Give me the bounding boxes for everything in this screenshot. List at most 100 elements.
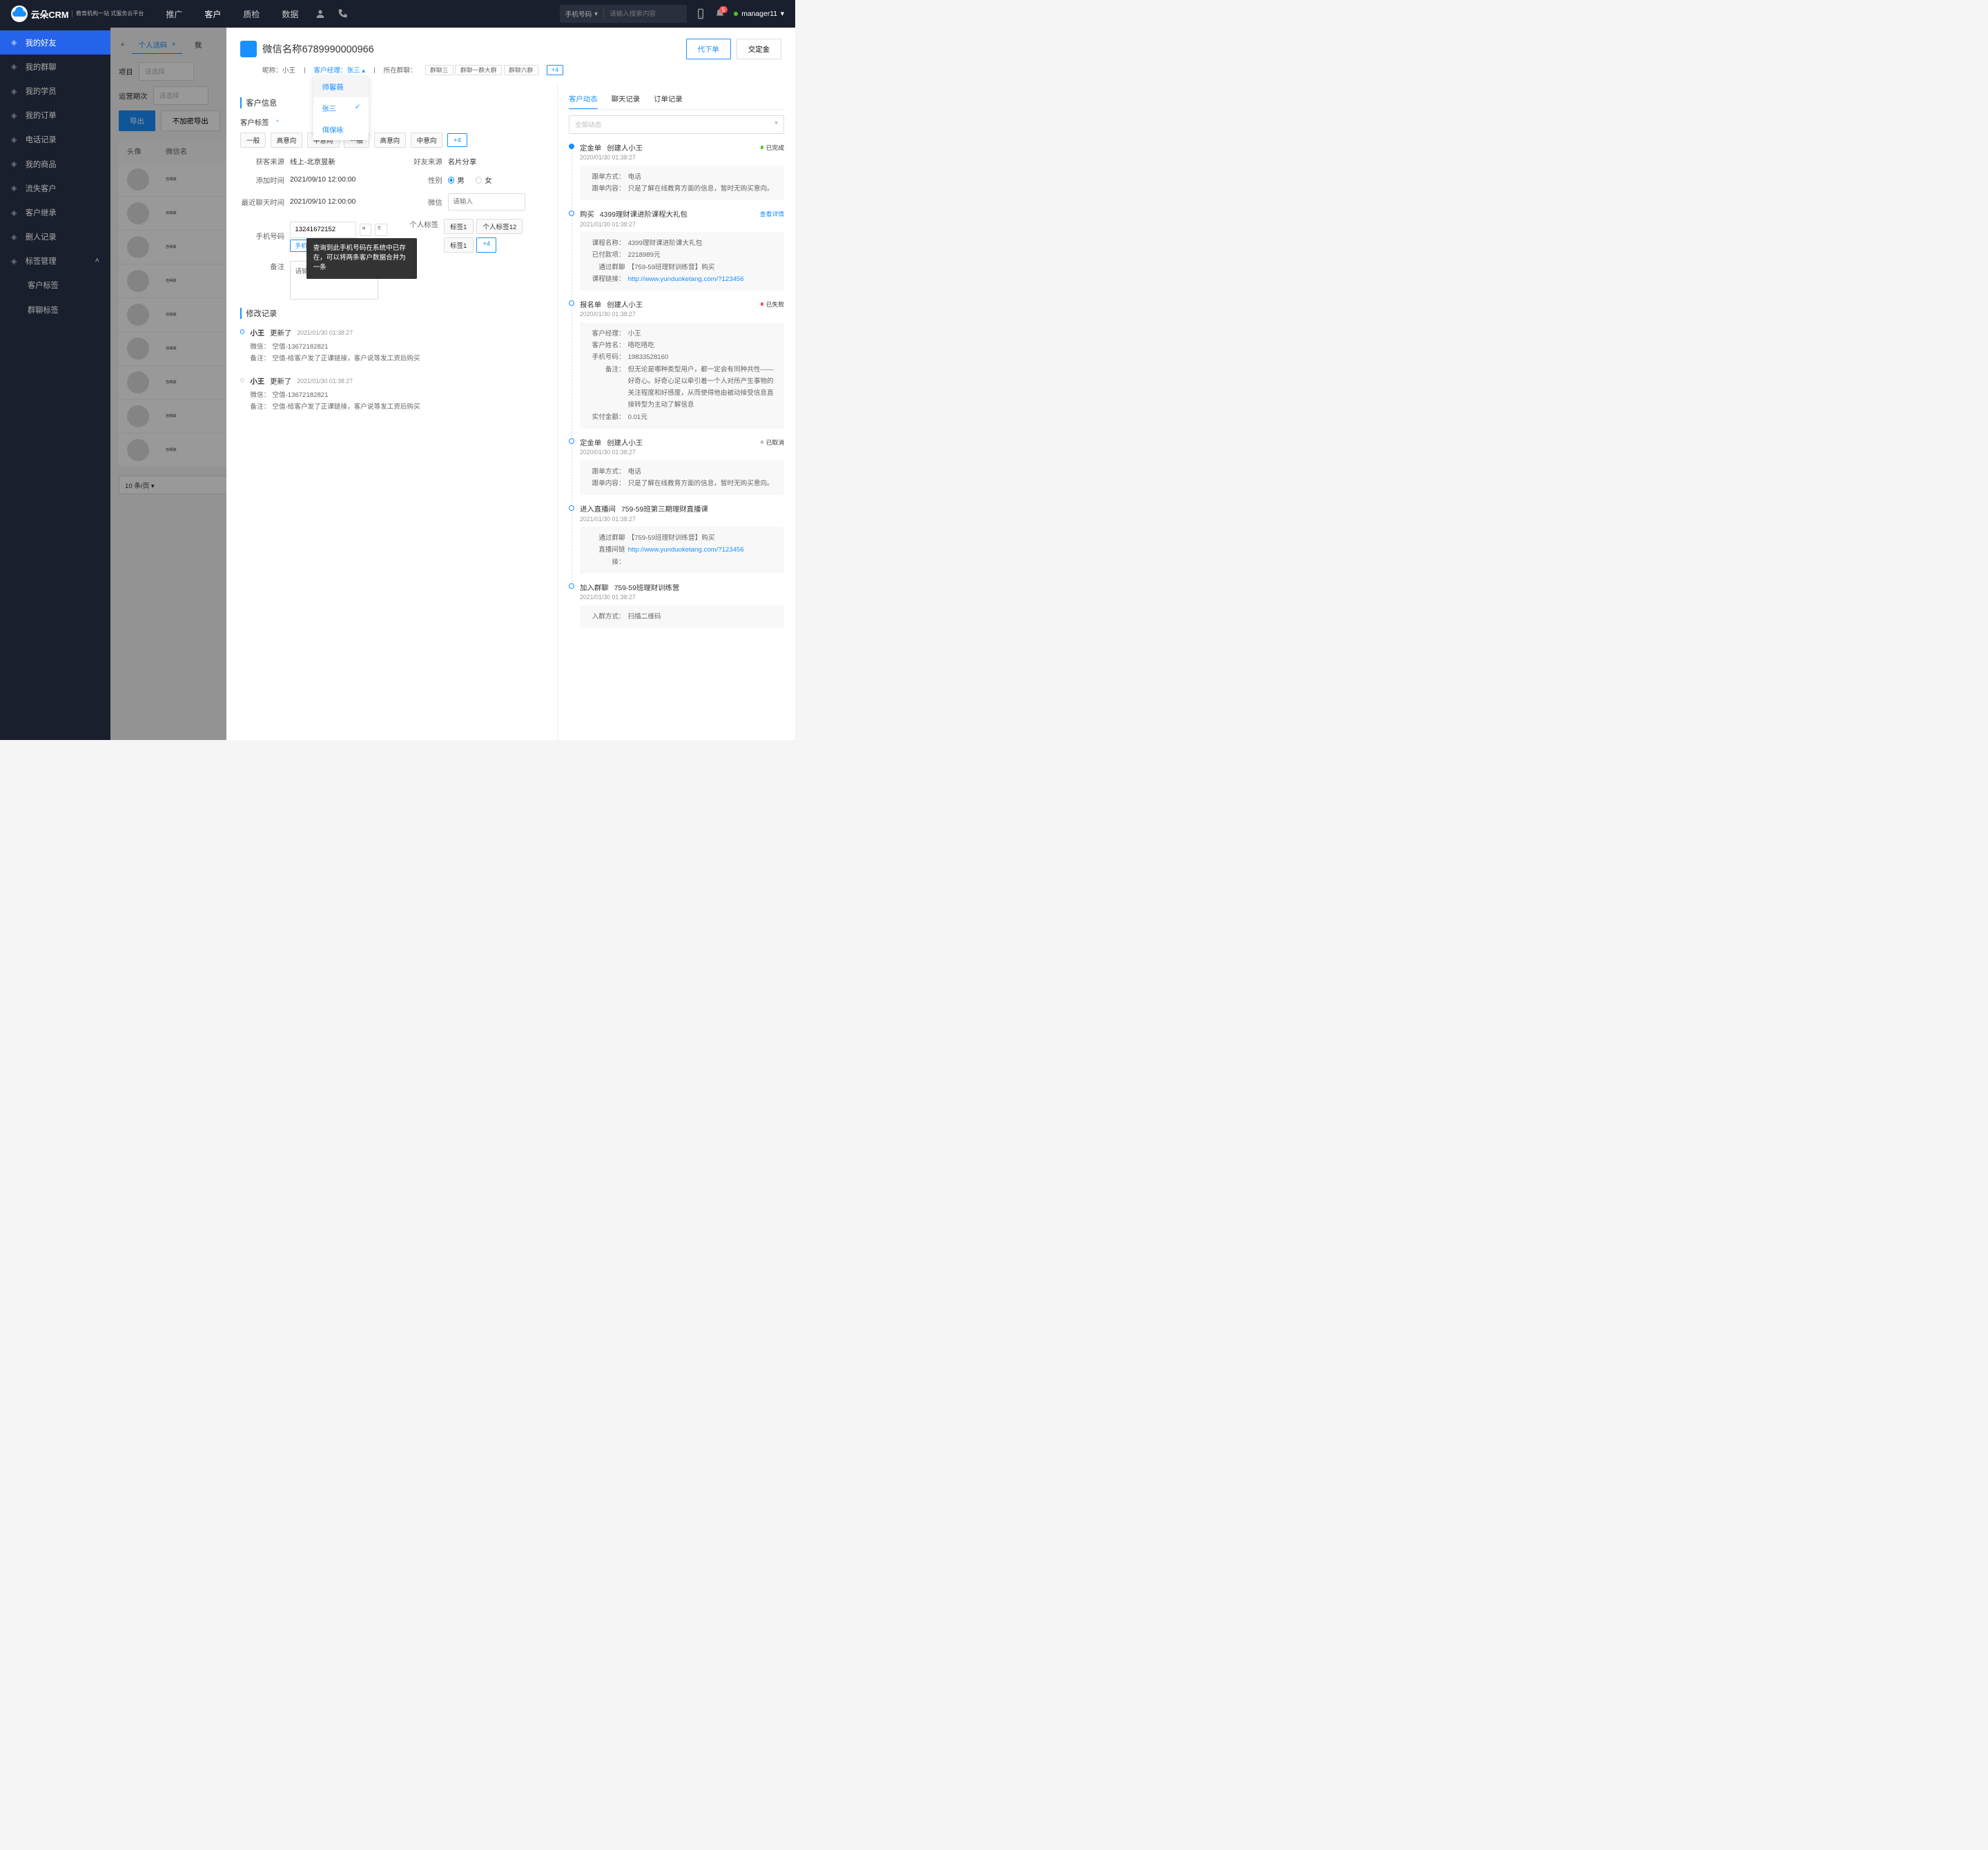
customer-detail-panel: 微信名称6789990000966 代下单 交定金 昵称：小王 | 客户经理：张… — [226, 28, 795, 740]
timeline-item: 进入直播间759-59班第三期理财直播课2021/01/30 01:38:27通… — [569, 503, 784, 574]
remark-label: 备注 — [240, 261, 284, 271]
manager-option-2[interactable]: 佴保咏 — [313, 119, 369, 140]
personal-tag: 标签1 — [444, 237, 474, 253]
customer-tag-label: 客户标签 — [240, 117, 269, 127]
timeline-dot — [569, 583, 574, 589]
bell-icon[interactable]: 5 — [714, 8, 725, 19]
chevron-up-icon: ˄ — [95, 257, 99, 265]
sidebar-sub-0[interactable]: 客户标签 — [0, 273, 110, 298]
sidebar-item-8[interactable]: ◈删人记录 — [0, 225, 110, 249]
sidebar-item-5[interactable]: ◈我的商品 — [0, 152, 110, 176]
search-icon[interactable] — [676, 8, 687, 19]
source-label: 获客来源 — [240, 156, 284, 166]
record-icon: ◈ — [11, 233, 20, 242]
nav-item-2[interactable]: 质检 — [237, 6, 265, 23]
group-tag: 群聊六群 — [504, 65, 538, 75]
nav: 推广客户质检数据 — [160, 6, 304, 23]
status-badge: 已取消 — [761, 438, 784, 447]
tags-more[interactable]: +4 — [447, 133, 467, 146]
mobile-icon[interactable] — [695, 8, 706, 19]
sidebar-item-2[interactable]: ◈我的学员 — [0, 79, 110, 103]
sidebar-item-7[interactable]: ◈客户继承 — [0, 200, 110, 224]
dynamic-filter-select[interactable]: 全部动态▾ — [569, 115, 784, 134]
sidebar-item-0[interactable]: ◈我的好友 — [0, 30, 110, 55]
info-section-title: 客户信息 — [240, 97, 543, 108]
sidebar-sub-1[interactable]: 群聊标签 — [0, 298, 110, 322]
user-menu[interactable]: manager11▾ — [734, 10, 784, 18]
sidebar-item-9[interactable]: ◈标签管理˄ — [0, 249, 110, 273]
status-dot — [734, 12, 738, 16]
panel-title: 微信名称6789990000966 — [262, 41, 374, 56]
topbar: 云朵CRM 教育机构一站 式服务云平台 推广客户质检数据 手机号码▾ 5 man… — [0, 0, 795, 28]
edit-tags-icon[interactable]: ✎ — [276, 119, 279, 124]
sidebar-item-3[interactable]: ◈我的订单 — [0, 104, 110, 128]
logo-icon — [11, 6, 28, 22]
nav-item-0[interactable]: 推广 — [160, 6, 188, 23]
sidebar-item-1[interactable]: ◈我的群聊 — [0, 55, 110, 79]
customer-tag: 高意向 — [271, 133, 303, 148]
logo-subtitle: 教育机构一站 式服务云平台 — [72, 10, 144, 17]
gender-label: 性别 — [398, 175, 442, 185]
deposit-button[interactable]: 交定金 — [737, 39, 781, 59]
sidebar-item-4[interactable]: ◈电话记录 — [0, 128, 110, 152]
check-icon: ✓ — [355, 103, 361, 113]
logo: 云朵CRM 教育机构一站 式服务云平台 — [11, 6, 144, 22]
gender-female-radio[interactable]: 女 — [476, 175, 492, 185]
last-chat-label: 最近聊天时间 — [240, 197, 284, 207]
group-tag: 群聊一群大群 — [455, 65, 502, 75]
timeline-item: 定金单创建人小王已取消2020/01/30 01:38:27跟单方式：电话跟单内… — [569, 437, 784, 495]
sidebar: ◈我的好友◈我的群聊◈我的学员◈我的订单◈电话记录◈我的商品◈流失客户◈客户继承… — [0, 28, 110, 740]
view-detail-link[interactable]: 查看详情 — [760, 209, 784, 218]
source-value: 线上-北京昱新 — [290, 156, 335, 166]
place-order-button[interactable]: 代下单 — [686, 39, 731, 59]
order-icon: ◈ — [11, 111, 20, 120]
search-input[interactable] — [604, 10, 676, 18]
timeline-item: 加入群聊759-59班理财训练营2021/01/30 01:38:27入群方式：… — [569, 582, 784, 628]
search-type-select[interactable]: 手机号码▾ — [560, 9, 604, 19]
manager-option-1[interactable]: 张三✓ — [313, 97, 369, 119]
user-icon: ◈ — [11, 38, 20, 47]
contact-icon — [240, 41, 257, 57]
search-box: 手机号码▾ — [560, 5, 687, 23]
phone-icon[interactable] — [337, 8, 348, 19]
timeline-item: 报名单创建人小王已失败2020/01/30 01:38:27客户经理：小王客户姓… — [569, 299, 784, 429]
group-tag: 群聊三 — [425, 65, 454, 75]
ptags-more[interactable]: +4 — [476, 237, 496, 253]
timeline-dot — [240, 378, 244, 382]
notification-badge: 5 — [719, 6, 728, 14]
phone-search-icon[interactable]: ⊞ — [360, 224, 372, 236]
timeline-dot — [569, 505, 574, 511]
timeline-item: 购买4399理财课进阶课程大礼包查看详情2021/01/30 01:38:27课… — [569, 208, 784, 291]
tag-icon: ◈ — [11, 257, 20, 266]
manager-dropdown: 师馨薇张三✓佴保咏 — [313, 76, 369, 140]
logo-text: 云朵CRM — [31, 8, 69, 21]
nav-item-1[interactable]: 客户 — [199, 6, 226, 23]
right-tab-2[interactable]: 订单记录 — [654, 89, 683, 109]
right-tab-1[interactable]: 聊天记录 — [612, 89, 641, 109]
groups-more[interactable]: +4 — [547, 65, 564, 75]
nav-item-3[interactable]: 数据 — [276, 6, 304, 23]
group-icon: ◈ — [11, 62, 20, 71]
friend-source-label: 好友来源 — [398, 156, 442, 166]
wechat-input[interactable] — [448, 193, 525, 210]
timeline-dot — [569, 438, 574, 444]
gender-male-radio[interactable]: 男 — [448, 175, 465, 185]
history-item: 小王更新了2021/01/30 01:38:27微信：空值-1367218282… — [240, 327, 543, 364]
customer-tag: 中意向 — [411, 133, 443, 148]
add-time-value: 2021/09/10 12:00:00 — [290, 176, 355, 184]
person-icon[interactable] — [315, 8, 326, 19]
groups-label: 所在群聊： — [384, 65, 417, 75]
timeline-dot — [240, 329, 244, 333]
goods-icon: ◈ — [11, 159, 20, 168]
customer-tag: 高意向 — [374, 133, 407, 148]
personal-tag-label: 个人标签 — [398, 219, 438, 229]
phone-duplicate-tooltip: 查询到此手机号码在系统中已存在，可以将两条客户数据合并为一条 — [306, 238, 417, 279]
timeline-dot — [569, 300, 574, 306]
phone-copy-icon[interactable]: ⎘ — [375, 224, 387, 236]
sidebar-item-6[interactable]: ◈流失客户 — [0, 176, 110, 200]
inherit-icon: ◈ — [11, 208, 20, 217]
manager-select[interactable]: 客户经理：张三 ▴ 师馨薇张三✓佴保咏 — [313, 65, 365, 75]
manager-option-0[interactable]: 师馨薇 — [313, 76, 369, 97]
personal-tag: 标签1 — [444, 219, 474, 234]
right-tab-0[interactable]: 客户动态 — [569, 89, 598, 109]
